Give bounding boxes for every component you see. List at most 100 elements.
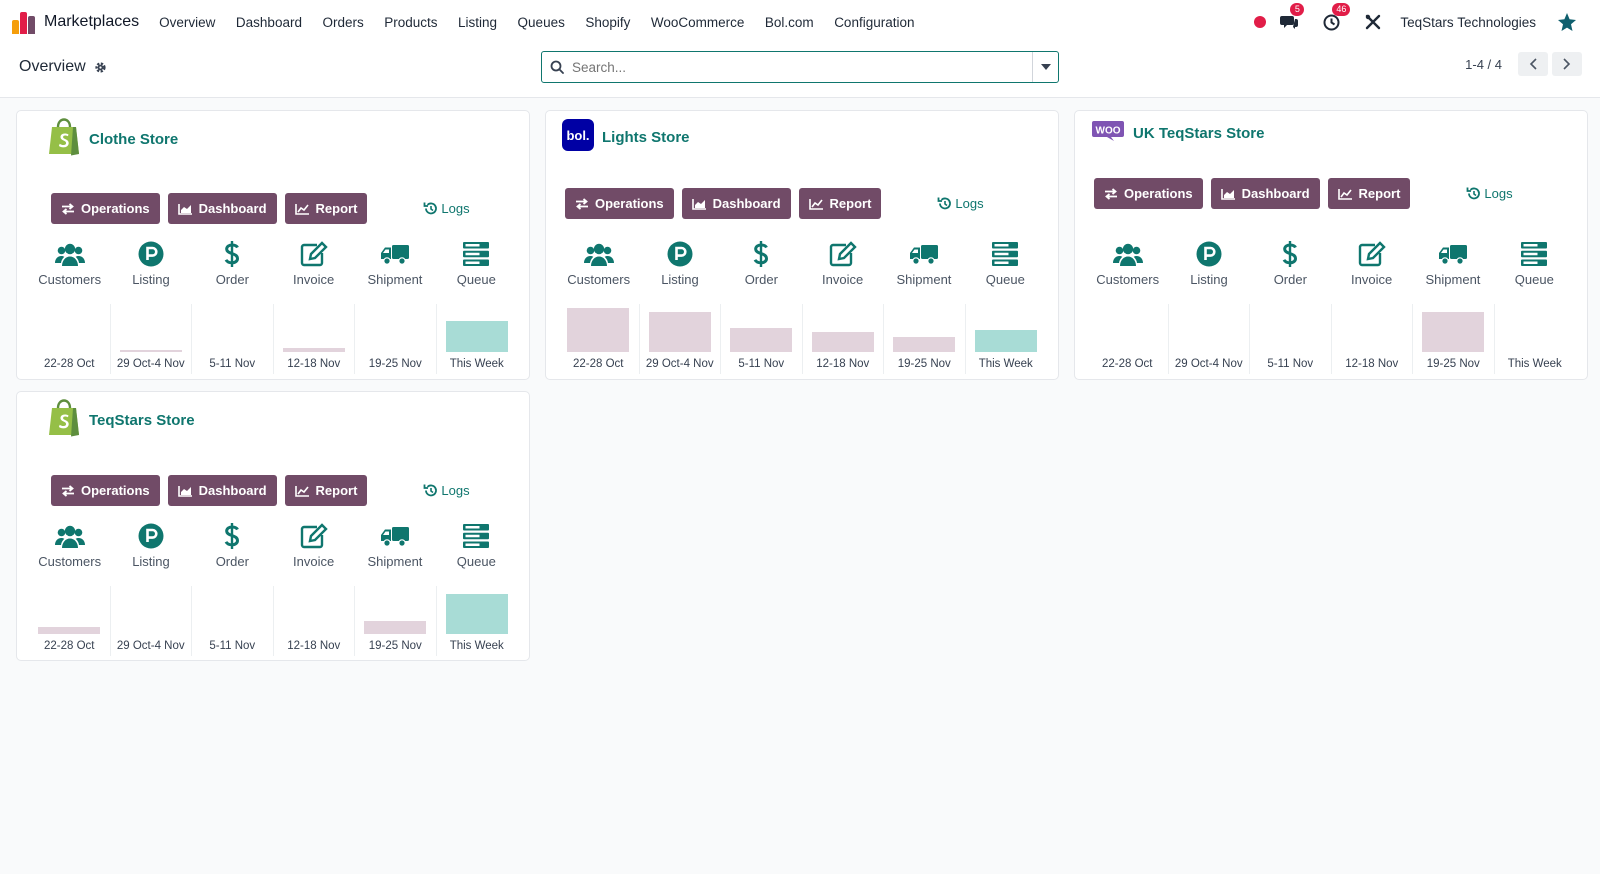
shortcut-shipment[interactable]: Shipment <box>1416 239 1490 287</box>
nav-listing[interactable]: Listing <box>458 15 497 30</box>
shortcut-queue[interactable]: Queue <box>439 521 513 569</box>
dashboard-button[interactable]: Dashboard <box>167 193 277 224</box>
logs-label: Logs <box>441 201 470 216</box>
shortcut-listing[interactable]: Listing <box>1172 239 1246 287</box>
chart-bar[interactable] <box>38 627 101 634</box>
shortcut-order[interactable]: Order <box>195 521 269 569</box>
store-title[interactable]: TeqStars Store <box>47 399 195 441</box>
chart-plot-area <box>721 304 802 352</box>
chart-tick-label: 29 Oct-4 Nov <box>645 358 714 370</box>
chart-bar[interactable] <box>1422 312 1485 352</box>
pager-next-button[interactable] <box>1552 52 1582 76</box>
shortcut-shipment[interactable]: Shipment <box>887 239 961 287</box>
shortcut-order[interactable]: Order <box>1253 239 1327 287</box>
shortcut-invoice[interactable]: Invoice <box>277 521 351 569</box>
shortcut-queue[interactable]: Queue <box>1497 239 1571 287</box>
operations-button[interactable]: Operations <box>51 475 160 506</box>
report-button[interactable]: Report <box>284 475 368 506</box>
shortcut-order[interactable]: Order <box>195 239 269 287</box>
shortcut-customers[interactable]: Customers <box>562 239 636 287</box>
shortcut-label: Order <box>215 554 249 569</box>
pager-previous-button[interactable] <box>1518 52 1548 76</box>
recording-dot-icon[interactable] <box>1254 16 1267 28</box>
pager-value[interactable]: 1-4 / 4 <box>1465 57 1502 72</box>
nav-products[interactable]: Products <box>384 15 437 30</box>
logs-link[interactable]: Logs <box>423 201 470 216</box>
shortcut-invoice[interactable]: Invoice <box>277 239 351 287</box>
chart-bar[interactable] <box>893 337 956 352</box>
dashboard-button[interactable]: Dashboard <box>1210 178 1320 209</box>
chart-bar[interactable] <box>119 350 182 352</box>
shortcut-customers[interactable]: Customers <box>33 521 107 569</box>
report-button[interactable]: Report <box>1327 178 1411 209</box>
operations-label: Operations <box>81 201 150 216</box>
store-card-3: TeqStars Store Operations Dashboard Repo… <box>16 391 530 661</box>
chart-bar[interactable] <box>445 321 508 352</box>
debug-tools-button[interactable] <box>1362 11 1384 33</box>
report-button[interactable]: Report <box>284 193 368 224</box>
chart-plot-area <box>274 586 355 634</box>
chart-bar[interactable] <box>364 621 427 634</box>
chart-bar[interactable] <box>445 594 508 634</box>
store-name[interactable]: TeqStars Store <box>89 412 195 429</box>
chart-bar[interactable] <box>811 332 874 352</box>
store-logo-icon <box>47 399 81 441</box>
gear-icon[interactable] <box>94 61 107 74</box>
chart-bar[interactable] <box>974 330 1037 352</box>
nav-shopify[interactable]: Shopify <box>585 15 630 30</box>
nav-queues[interactable]: Queues <box>518 15 565 30</box>
shortcut-invoice[interactable]: Invoice <box>1335 239 1409 287</box>
shortcut-shipment[interactable]: Shipment <box>358 521 432 569</box>
activities-button[interactable]: 46 <box>1320 3 1351 33</box>
dashboard-button[interactable]: Dashboard <box>681 188 791 219</box>
report-label: Report <box>829 196 872 211</box>
shortcut-order[interactable]: Order <box>724 239 798 287</box>
chart-bar[interactable] <box>282 348 345 352</box>
nav-overview[interactable]: Overview <box>159 15 215 30</box>
shortcut-customers[interactable]: Customers <box>1091 239 1165 287</box>
store-actions: Operations Dashboard Report Logs <box>51 475 470 506</box>
shortcut-invoice[interactable]: Invoice <box>806 239 880 287</box>
nav-dashboard[interactable]: Dashboard <box>236 15 302 30</box>
chart-column: 5-11 Nov <box>721 304 803 374</box>
nav-woocommerce[interactable]: WooCommerce <box>651 15 745 30</box>
store-title[interactable]: WOO UK TeqStars Store <box>1091 120 1264 146</box>
chart-tick-label: 5-11 Nov <box>738 358 785 370</box>
store-name[interactable]: Clothe Store <box>89 131 178 148</box>
nav-bol[interactable]: Bol.com <box>765 15 814 30</box>
company-switcher[interactable]: TeqStars Technologies <box>1400 15 1536 30</box>
logs-link[interactable]: Logs <box>423 483 470 498</box>
operations-button[interactable]: Operations <box>1094 178 1203 209</box>
chart-column: This Week <box>437 586 518 656</box>
messages-button[interactable]: 5 <box>1278 3 1305 33</box>
app-title[interactable]: Marketplaces <box>44 13 139 31</box>
app-logo-icon[interactable] <box>12 10 36 34</box>
shortcut-queue[interactable]: Queue <box>439 239 513 287</box>
shortcut-listing[interactable]: Listing <box>114 521 188 569</box>
store-name[interactable]: Lights Store <box>602 129 690 146</box>
user-avatar[interactable] <box>1556 11 1578 33</box>
shortcut-queue[interactable]: Queue <box>968 239 1042 287</box>
store-name[interactable]: UK TeqStars Store <box>1133 125 1264 142</box>
report-button[interactable]: Report <box>798 188 882 219</box>
shortcut-label: Invoice <box>1351 272 1393 287</box>
nav-orders[interactable]: Orders <box>322 15 363 30</box>
operations-button[interactable]: Operations <box>51 193 160 224</box>
chart-bar[interactable] <box>730 328 793 352</box>
control-panel: Overview 1-4 / 4 <box>0 44 1600 98</box>
logs-link[interactable]: Logs <box>937 196 984 211</box>
search-input[interactable] <box>572 53 1032 81</box>
chart-bar[interactable] <box>567 308 630 352</box>
dashboard-button[interactable]: Dashboard <box>167 475 277 506</box>
shortcut-listing[interactable]: Listing <box>114 239 188 287</box>
shortcut-shipment[interactable]: Shipment <box>358 239 432 287</box>
search-options-toggle[interactable] <box>1032 52 1058 82</box>
store-title[interactable]: bol. Lights Store <box>562 119 690 155</box>
shortcut-customers[interactable]: Customers <box>33 239 107 287</box>
operations-button[interactable]: Operations <box>565 188 674 219</box>
shortcut-listing[interactable]: Listing <box>643 239 717 287</box>
logs-link[interactable]: Logs <box>1466 186 1513 201</box>
store-title[interactable]: Clothe Store <box>47 118 178 160</box>
chart-bar[interactable] <box>648 312 711 352</box>
nav-configuration[interactable]: Configuration <box>834 15 914 30</box>
